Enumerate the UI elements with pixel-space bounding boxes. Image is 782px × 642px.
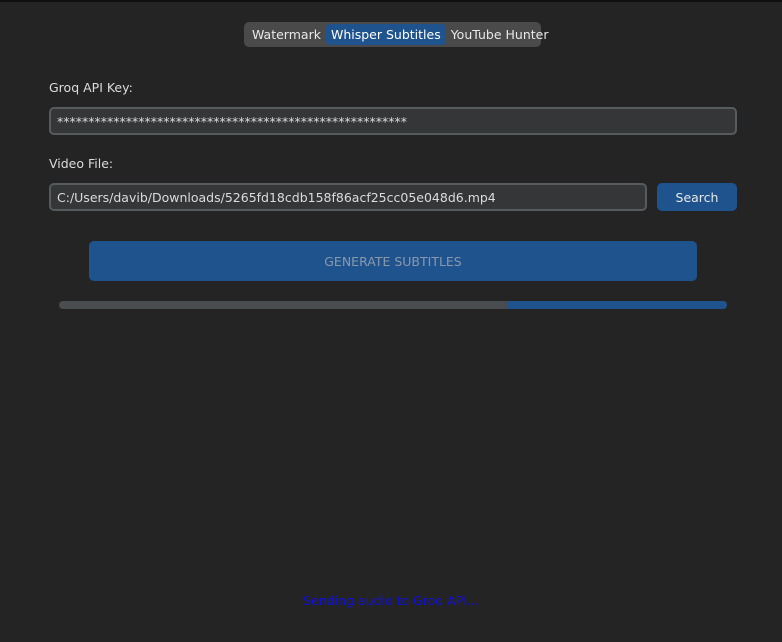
generate-subtitles-button[interactable]: GENERATE SUBTITLES [89,241,697,281]
window-top-border [0,0,782,2]
video-file-label: Video File: [49,156,114,171]
api-key-label: Groq API Key: [49,80,133,95]
tab-whisper-subtitles[interactable]: Whisper Subtitles [325,24,446,45]
progress-bar-fill [506,301,727,309]
progress-bar [59,301,727,309]
app-window: Watermark Whisper Subtitles YouTube Hunt… [0,0,782,642]
status-text: Sending audio to Groq API... [303,593,479,608]
tab-youtube-hunter[interactable]: YouTube Hunter [446,24,554,45]
search-button[interactable]: Search [657,183,737,211]
api-key-input[interactable] [49,107,737,135]
tab-bar: Watermark Whisper Subtitles YouTube Hunt… [244,22,548,47]
video-file-input[interactable] [49,183,647,211]
tab-watermark[interactable]: Watermark [247,24,326,45]
